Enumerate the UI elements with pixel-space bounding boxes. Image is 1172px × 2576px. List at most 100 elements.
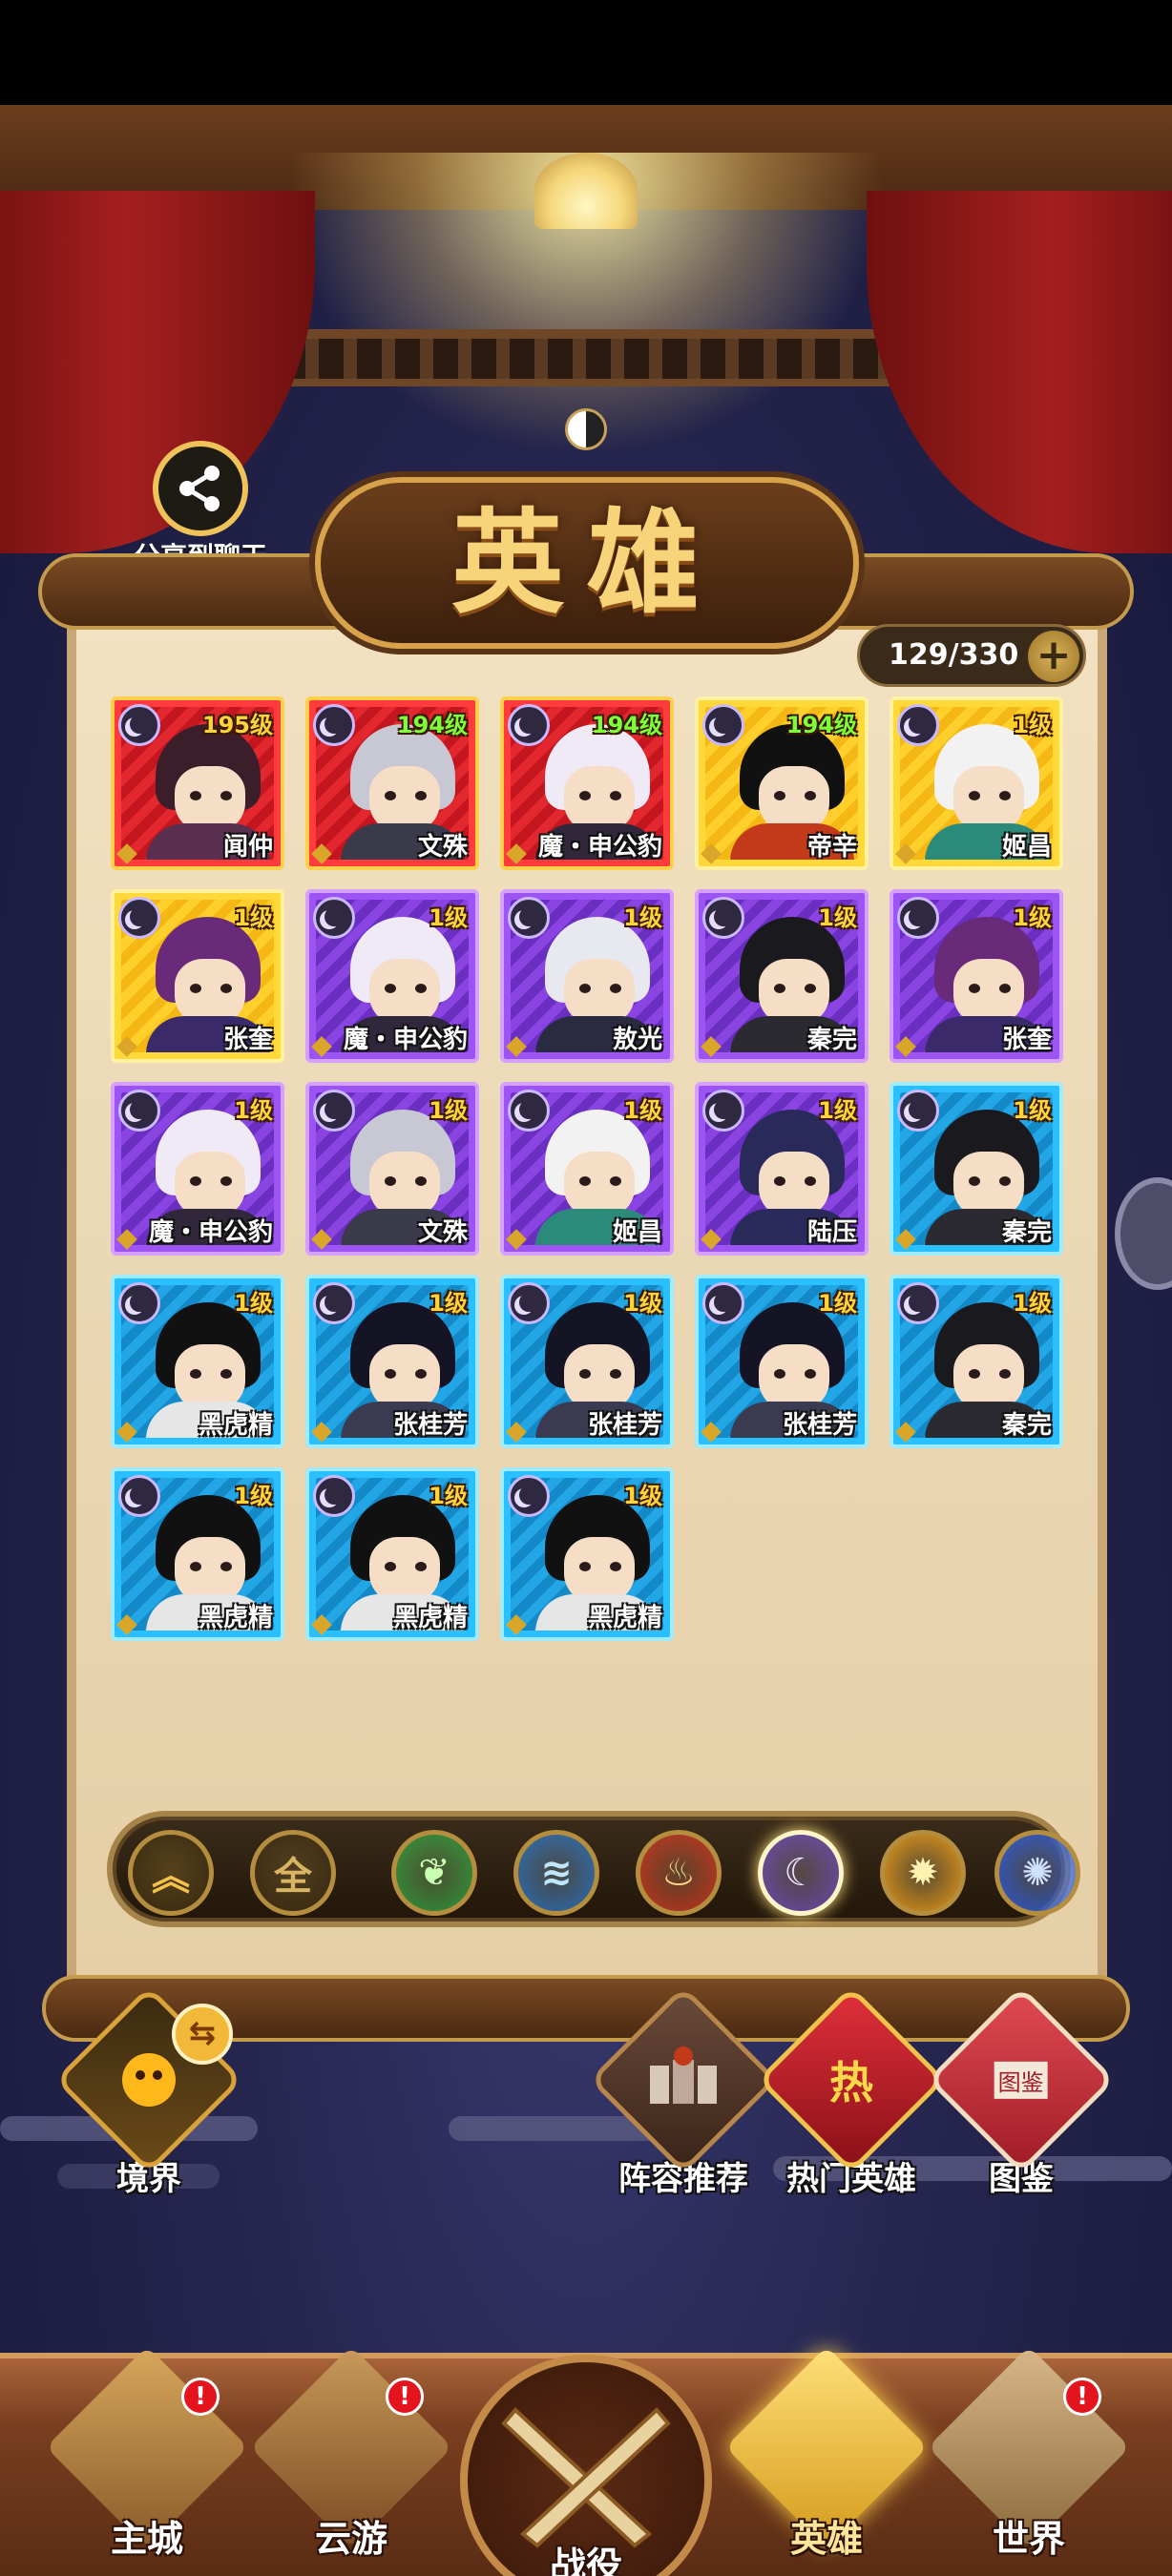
- expand-capacity-button[interactable]: +: [1028, 631, 1079, 682]
- moon-element-icon[interactable]: ☾: [758, 1830, 844, 1916]
- all-filter-button[interactable]: 全: [250, 1830, 336, 1916]
- hero-card[interactable]: 194级 文殊: [305, 696, 479, 870]
- hero-card[interactable]: 1级 黑虎精: [305, 1467, 479, 1641]
- hero-name: 黑虎精: [198, 1411, 273, 1440]
- hero-card[interactable]: 1级 张桂芳: [500, 1275, 674, 1448]
- hero-card[interactable]: 194级 魔・申公豹: [500, 696, 674, 870]
- hero-name: 秦完: [806, 1026, 857, 1054]
- hero-eye: [999, 1176, 1011, 1186]
- hero-card[interactable]: 194级 帝辛: [695, 696, 869, 870]
- hero-eye: [415, 1369, 427, 1379]
- stage-lamp: [534, 153, 638, 229]
- moon-element-icon: [897, 1282, 939, 1324]
- hero-eye: [774, 1176, 785, 1186]
- hero-card[interactable]: 1级 魔・申公豹: [111, 1082, 284, 1256]
- nav-battle-label: 战役: [549, 2545, 622, 2576]
- side-drawer-handle[interactable]: [1115, 1177, 1172, 1290]
- moon-element-icon: [508, 704, 550, 746]
- fire-element-icon-glyph: ♨: [661, 1851, 696, 1895]
- hero-eye: [610, 1369, 621, 1379]
- codex-book-icon: 图鉴: [927, 1985, 1116, 2174]
- wood-element-icon[interactable]: ❦: [391, 1830, 477, 1916]
- hero-card[interactable]: 1级 魔・申公豹: [305, 889, 479, 1063]
- lineup-recommend-button[interactable]: 阵容推荐: [588, 1985, 779, 2199]
- fire-element-icon[interactable]: ♨: [636, 1830, 722, 1916]
- sort-quality-icon[interactable]: ︽: [128, 1830, 214, 1916]
- moon-element-icon: [897, 704, 939, 746]
- moon-element-icon: [313, 1475, 355, 1517]
- all-filter-button-glyph: 全: [274, 1855, 312, 1899]
- hero-card[interactable]: 1级 张桂芳: [695, 1275, 869, 1448]
- hero-eye: [385, 1369, 396, 1379]
- hero-level: 1级: [429, 1483, 468, 1509]
- hero-level: 1级: [1013, 712, 1052, 738]
- hero-name: 文殊: [417, 833, 468, 862]
- nav-travel[interactable]: ! 云游: [249, 2345, 453, 2562]
- hero-count-value: 129/330: [889, 638, 1019, 672]
- hero-eye: [774, 984, 785, 993]
- hero-eye: [220, 791, 232, 800]
- hero-card[interactable]: 1级 黑虎精: [111, 1467, 284, 1641]
- hero-card[interactable]: 1级 姬昌: [889, 696, 1063, 870]
- hero-eye: [579, 1369, 591, 1379]
- moon-element-icon: [313, 704, 355, 746]
- hero-eye: [385, 1176, 396, 1186]
- hero-card[interactable]: 1级 张桂芳: [305, 1275, 479, 1448]
- hero-name: 秦完: [1001, 1218, 1052, 1247]
- wood-element-icon-glyph: ❦: [418, 1851, 450, 1895]
- hero-eye: [385, 791, 396, 800]
- sun-element-icon[interactable]: ✹: [880, 1830, 966, 1916]
- moon-element-icon: [702, 1282, 744, 1324]
- hero-level: 1级: [429, 1097, 468, 1124]
- vortex-element-icon[interactable]: ✺: [994, 1830, 1080, 1916]
- hero-screen: 分享到聊天 英雄 129/330 + 195级闻仲194级文殊194级魔・申公豹…: [0, 0, 1172, 2576]
- hero-level: 1级: [1013, 1097, 1052, 1124]
- element-filter-bar: ︽ 全 ❦ ≋ ♨ ☾ ✹ ✺: [107, 1811, 1080, 1927]
- hero-eye: [579, 1176, 591, 1186]
- sort-quality-icon-glyph: ︽: [152, 1855, 190, 1899]
- codex-button[interactable]: 图鉴 图鉴: [926, 1985, 1117, 2199]
- hero-name: 秦完: [1001, 1411, 1052, 1440]
- hero-card[interactable]: 1级文殊: [305, 1082, 479, 1256]
- hero-eye: [610, 984, 621, 993]
- moon-element-icon: [897, 1090, 939, 1132]
- hero-name: 张桂芳: [392, 1411, 468, 1440]
- hero-card[interactable]: 1级 黑虎精: [111, 1275, 284, 1448]
- water-element-icon-glyph: ≋: [540, 1851, 573, 1895]
- hero-card[interactable]: 1级 陆压: [695, 1082, 869, 1256]
- hero-eye: [190, 791, 201, 800]
- sun-element-icon-glyph: ✹: [907, 1851, 939, 1895]
- hero-eye: [220, 1369, 232, 1379]
- nav-world[interactable]: ! 世界: [927, 2345, 1131, 2562]
- vortex-element-icon-glyph: ✺: [1021, 1851, 1054, 1895]
- hero-card[interactable]: 1级秦完: [889, 1082, 1063, 1256]
- hot-heroes-button[interactable]: 热 热门英雄: [756, 1985, 947, 2199]
- water-element-icon[interactable]: ≋: [513, 1830, 599, 1916]
- nav-heroes[interactable]: 英雄: [724, 2345, 929, 2562]
- hero-card[interactable]: 1级 姬昌: [500, 1082, 674, 1256]
- moon-element-icon: [118, 1090, 160, 1132]
- hero-name: 文殊: [417, 1218, 468, 1247]
- hero-card[interactable]: 1级 敖光: [500, 889, 674, 1063]
- hero-eye: [220, 1176, 232, 1186]
- hero-card[interactable]: 195级 闻仲: [111, 696, 284, 870]
- hero-card[interactable]: 1级 张奎: [889, 889, 1063, 1063]
- moon-element-icon: [313, 1090, 355, 1132]
- share-icon: [153, 441, 248, 536]
- nav-city-label: 主城: [110, 2518, 183, 2560]
- hero-card[interactable]: 1级 秦完: [695, 889, 869, 1063]
- hero-name: 张桂芳: [782, 1411, 857, 1440]
- hero-level: 1级: [234, 1097, 273, 1124]
- hero-card[interactable]: 1级 秦完: [889, 1275, 1063, 1448]
- moon-element-icon: [702, 897, 744, 939]
- hero-name: 黑虎精: [198, 1604, 273, 1632]
- hero-eye: [805, 1176, 816, 1186]
- hero-card[interactable]: 1级 张奎: [111, 889, 284, 1063]
- nav-city[interactable]: ! 主城: [45, 2345, 249, 2562]
- hero-card[interactable]: 1级 黑虎精: [500, 1467, 674, 1641]
- hero-level: 1级: [623, 904, 662, 931]
- hero-eye: [805, 1369, 816, 1379]
- swap-icon[interactable]: ⇆: [172, 2004, 233, 2065]
- moon-element-icon: [508, 897, 550, 939]
- hero-eye: [999, 984, 1011, 993]
